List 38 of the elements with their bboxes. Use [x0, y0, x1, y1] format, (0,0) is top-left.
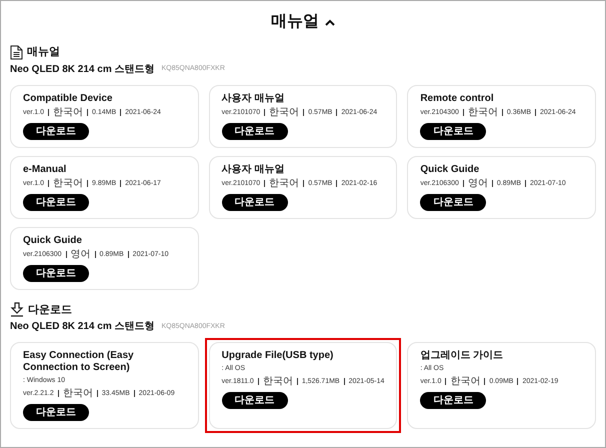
section-heading: 매뉴얼	[27, 45, 60, 60]
card-title: Compatible Device	[23, 92, 112, 104]
download-button[interactable]: 다운로드	[222, 194, 288, 210]
card-title: Remote control	[420, 92, 494, 104]
card-title: e-Manual	[23, 164, 66, 176]
meta-text: 영어	[70, 248, 91, 260]
meta-text: 한국어	[262, 376, 293, 387]
download-button[interactable]: 다운로드	[420, 392, 486, 409]
card-title: Upgrade File(USB type)	[222, 350, 334, 362]
card-title: 사용자 매뉴얼	[222, 164, 284, 176]
download-button[interactable]: 다운로드	[222, 392, 288, 409]
card-title: 사용자 매뉴얼	[222, 92, 284, 104]
section-heading: 다운로드	[28, 302, 72, 318]
document-icon	[10, 44, 23, 60]
download-button[interactable]: 다운로드	[23, 194, 89, 210]
download-button[interactable]: 다운로드	[23, 404, 89, 421]
download-button[interactable]: 다운로드	[420, 122, 486, 140]
model-name: Neo QLED 8K 214 cm 스탠드형	[10, 321, 154, 333]
meta-text: 한국어	[269, 106, 300, 118]
meta-text: 한국어	[450, 376, 480, 387]
card-title: Quick Guide	[23, 234, 82, 246]
model-name: Neo QLED 8K 214 cm 스탠드형	[10, 64, 154, 76]
page-title: 매뉴얼	[271, 12, 319, 32]
card-title: Easy Connection (Easy Connection to Screen)	[23, 350, 135, 374]
chevron-up-icon[interactable]	[325, 18, 335, 26]
download-button[interactable]: 다운로드	[222, 122, 288, 140]
meta-text: 영어	[468, 178, 488, 188]
card-title: Quick Guide	[420, 164, 480, 176]
download-button[interactable]: 다운로드	[23, 122, 89, 140]
download-icon	[10, 302, 24, 318]
meta-text: 한국어	[53, 178, 84, 188]
card-title: 업그레이드 가이드	[420, 350, 504, 362]
meta-text: 한국어	[53, 106, 84, 118]
download-button[interactable]: 다운로드	[420, 194, 486, 210]
meta-text: 한국어	[269, 178, 300, 188]
download-button[interactable]: 다운로드	[23, 264, 89, 282]
meta-text: 한국어	[468, 106, 498, 118]
meta-text: 한국어	[62, 388, 93, 399]
